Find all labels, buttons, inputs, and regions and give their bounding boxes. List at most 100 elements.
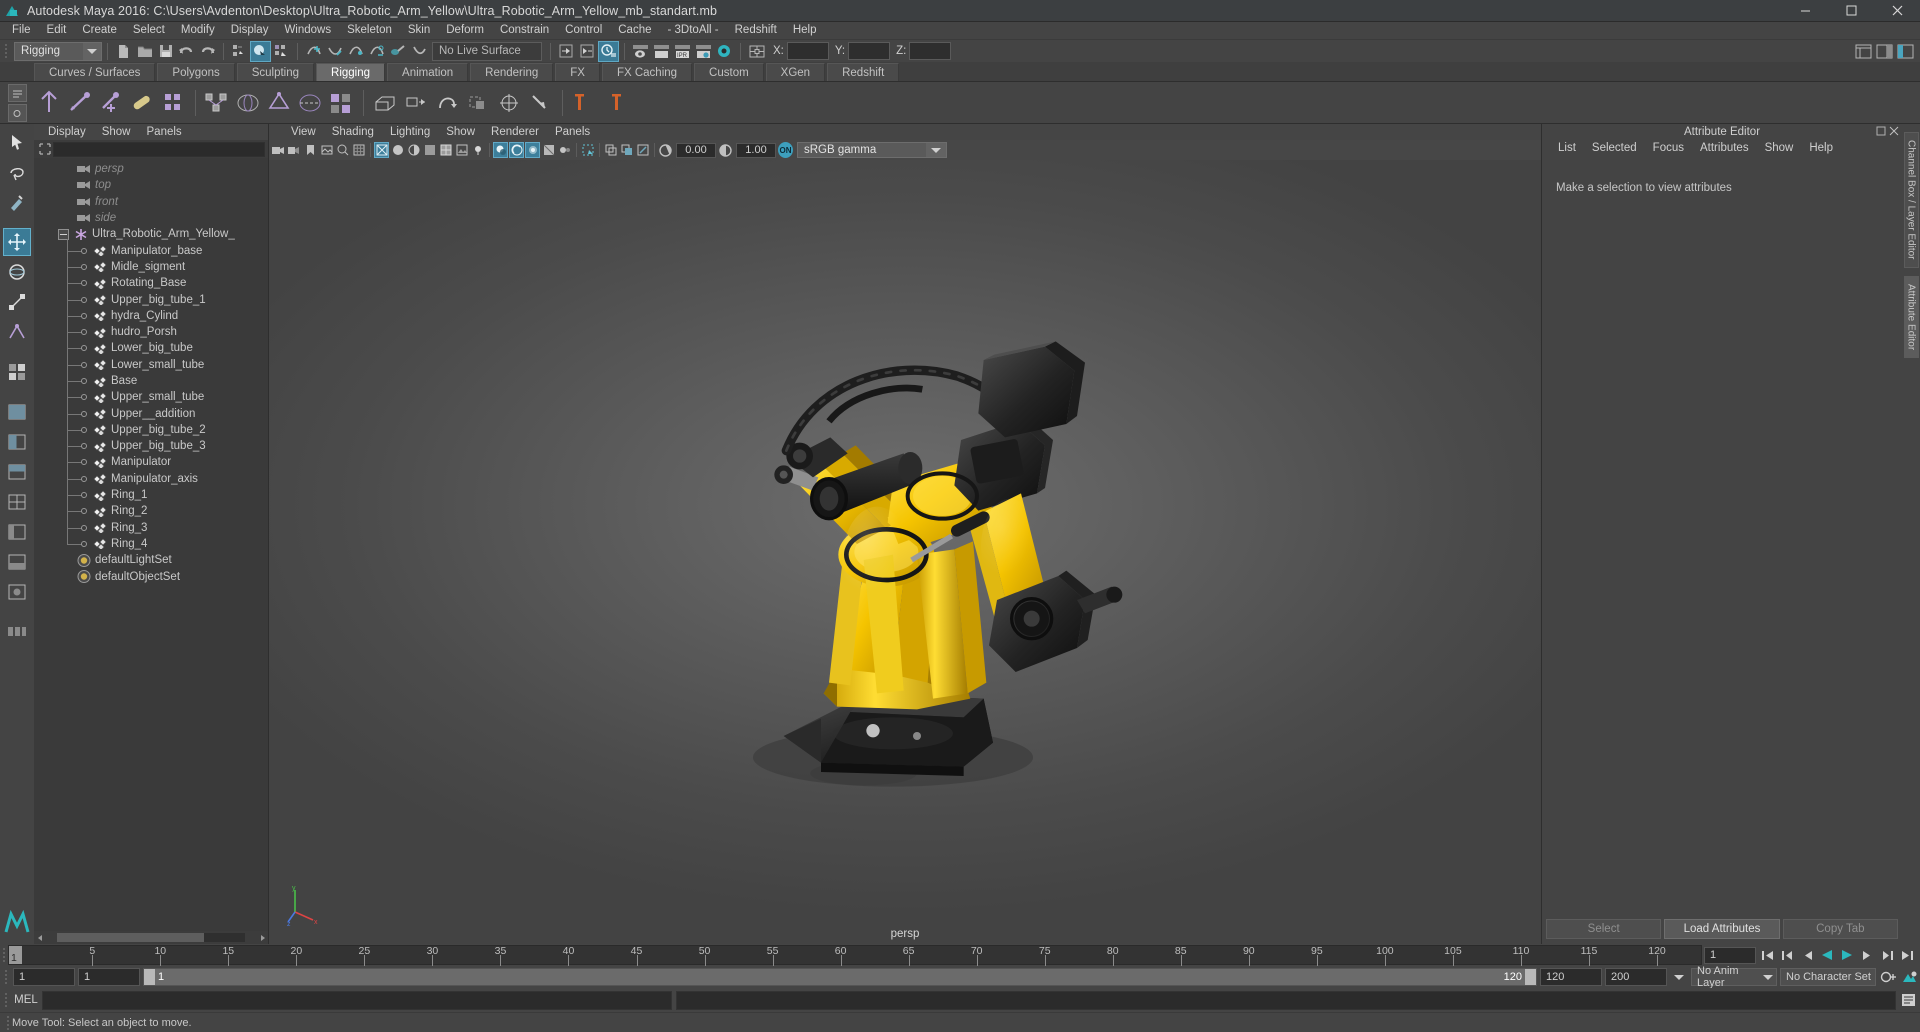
new-scene-icon[interactable]	[113, 41, 134, 62]
tab-attribute-editor[interactable]: Attribute Editor	[1903, 275, 1919, 358]
save-scene-icon[interactable]	[155, 41, 176, 62]
menu-modify[interactable]: Modify	[173, 22, 223, 39]
menu-edit[interactable]: Edit	[39, 22, 75, 39]
outliner-item[interactable]: hydra_Cylind	[34, 303, 268, 324]
ipr-render-icon[interactable]: IPR	[672, 41, 693, 62]
insert-joint-icon[interactable]	[127, 87, 156, 119]
select-hierarchy-icon[interactable]	[229, 41, 250, 62]
persp-graph-layout-button[interactable]	[3, 548, 31, 576]
command-language-label[interactable]: MEL	[10, 994, 42, 1006]
parent-constraint-icon[interactable]	[494, 87, 523, 119]
menu-constrain[interactable]: Constrain	[492, 22, 557, 39]
minimize-button[interactable]	[1782, 0, 1828, 22]
attr-menu-show[interactable]: Show	[1757, 142, 1802, 154]
depth-of-field-icon[interactable]	[557, 142, 572, 158]
joint-tool-icon[interactable]	[158, 87, 187, 119]
interactive-bind-icon[interactable]	[233, 87, 262, 119]
editor-layout-icon[interactable]	[746, 41, 767, 62]
select-camera-icon[interactable]	[271, 142, 286, 158]
smooth-shade-selected-icon[interactable]	[406, 142, 421, 158]
script-editor-icon[interactable]	[1898, 991, 1918, 1010]
range-bar[interactable]: 1 120	[143, 968, 1537, 986]
attr-menu-list[interactable]: List	[1550, 142, 1584, 154]
shelf-options-button[interactable]	[8, 84, 27, 102]
hypershade-layout-button[interactable]	[3, 578, 31, 606]
outliner-item[interactable]: Ultra_Robotic_Arm_Yellow_	[34, 226, 268, 242]
select-component-icon[interactable]	[271, 41, 292, 62]
persp-outliner-layout-button[interactable]	[3, 518, 31, 546]
range-start-handle[interactable]	[144, 969, 155, 985]
color-space-selector[interactable]: sRGB gamma	[797, 142, 947, 158]
bind-skin-icon[interactable]	[202, 87, 231, 119]
outliner-item[interactable]: Upper__addition	[34, 401, 268, 422]
animation-end-field[interactable]: 120	[1540, 968, 1602, 986]
step-forward-key-icon[interactable]	[1878, 947, 1896, 964]
menu-skin[interactable]: Skin	[400, 22, 438, 39]
flat-shade-icon[interactable]	[422, 142, 437, 158]
motion-blur-icon[interactable]	[525, 142, 540, 158]
lattice-icon[interactable]	[370, 87, 399, 119]
shelf-tab-redshift[interactable]: Redshift	[827, 63, 900, 81]
grid-toggle-icon[interactable]	[351, 142, 366, 158]
outliner-horizontal-scrollbar[interactable]	[34, 931, 268, 944]
snap-projected-icon[interactable]	[366, 41, 387, 62]
snap-curve-icon[interactable]	[324, 41, 345, 62]
select-object-icon[interactable]	[250, 40, 271, 62]
blendshape-icon[interactable]	[463, 87, 492, 119]
shelf-tab-rigging[interactable]: Rigging	[316, 63, 386, 81]
menu-display[interactable]: Display	[223, 22, 277, 39]
range-end-handle[interactable]	[1525, 969, 1536, 985]
shelf-tab-custom[interactable]: Custom	[694, 63, 764, 81]
detach-skin-icon[interactable]	[295, 87, 324, 119]
animation-start-field[interactable]: 1	[78, 968, 140, 986]
ik-handle-icon[interactable]	[65, 87, 94, 119]
xray-joints-icon[interactable]	[619, 142, 634, 158]
outliner-item[interactable]: Base	[34, 369, 268, 389]
character-set-selector[interactable]: No Character Set	[1780, 968, 1876, 986]
outliner-item[interactable]: persp	[34, 161, 268, 177]
menu-create[interactable]: Create	[74, 22, 125, 39]
outliner-item[interactable]: hudro_Porsh	[34, 320, 268, 341]
orient-constraint-icon[interactable]	[569, 87, 598, 119]
xray-icon[interactable]	[603, 142, 618, 158]
outliner-item[interactable]: Lower_small_tube	[34, 352, 268, 373]
outliner-menu-display[interactable]: Display	[40, 124, 94, 140]
image-plane-icon[interactable]	[319, 142, 334, 158]
shelf-tab-sculpting[interactable]: Sculpting	[236, 63, 315, 81]
wireframe-icon[interactable]	[374, 142, 389, 158]
outliner-item[interactable]: side	[34, 210, 268, 226]
outliner-item[interactable]: Rotating_Base	[34, 271, 268, 292]
viewport-menu-view[interactable]: View	[283, 124, 324, 140]
shelf-tools-button[interactable]	[8, 104, 27, 122]
bookmarks-icon[interactable]	[303, 142, 318, 158]
range-start-field[interactable]: 1	[13, 968, 75, 986]
attr-menu-selected[interactable]: Selected	[1584, 142, 1645, 154]
maximize-button[interactable]	[1828, 0, 1874, 22]
current-frame-field[interactable]: 1	[1704, 946, 1756, 964]
attr-menu-help[interactable]: Help	[1801, 142, 1841, 154]
outliner-item[interactable]: top	[34, 177, 268, 193]
two-pane-stacked-layout-button[interactable]	[3, 458, 31, 486]
go-to-end-icon[interactable]	[1898, 947, 1916, 964]
step-forward-frame-icon[interactable]	[1858, 947, 1876, 964]
close-button[interactable]	[1874, 0, 1920, 22]
chevron-down-icon[interactable]	[1670, 969, 1688, 986]
xray-active-components-icon[interactable]	[635, 142, 650, 158]
shelf-tab-xgen[interactable]: XGen	[765, 63, 826, 81]
attr-menu-focus[interactable]: Focus	[1645, 142, 1692, 154]
statusbar-gripper[interactable]	[2, 41, 10, 61]
menu-help[interactable]: Help	[785, 22, 825, 39]
animation-preferences-icon[interactable]	[1900, 969, 1918, 986]
auto-key-icon[interactable]	[1879, 969, 1897, 986]
screen-space-ao-icon[interactable]	[509, 142, 524, 158]
open-scene-icon[interactable]	[134, 41, 155, 62]
four-pane-layout-button[interactable]	[3, 488, 31, 516]
outliner-item[interactable]: Manipulator	[34, 450, 268, 471]
shelf-tab-fx-caching[interactable]: FX Caching	[601, 63, 693, 81]
make-live-icon[interactable]	[408, 41, 429, 62]
camera-attributes-icon[interactable]	[287, 142, 302, 158]
menu-set-selector[interactable]: Rigging	[14, 41, 102, 61]
gamma-icon[interactable]	[718, 142, 733, 158]
help-line-gripper[interactable]	[4, 1013, 12, 1032]
outliner-item[interactable]: Lower_big_tube	[34, 336, 268, 357]
